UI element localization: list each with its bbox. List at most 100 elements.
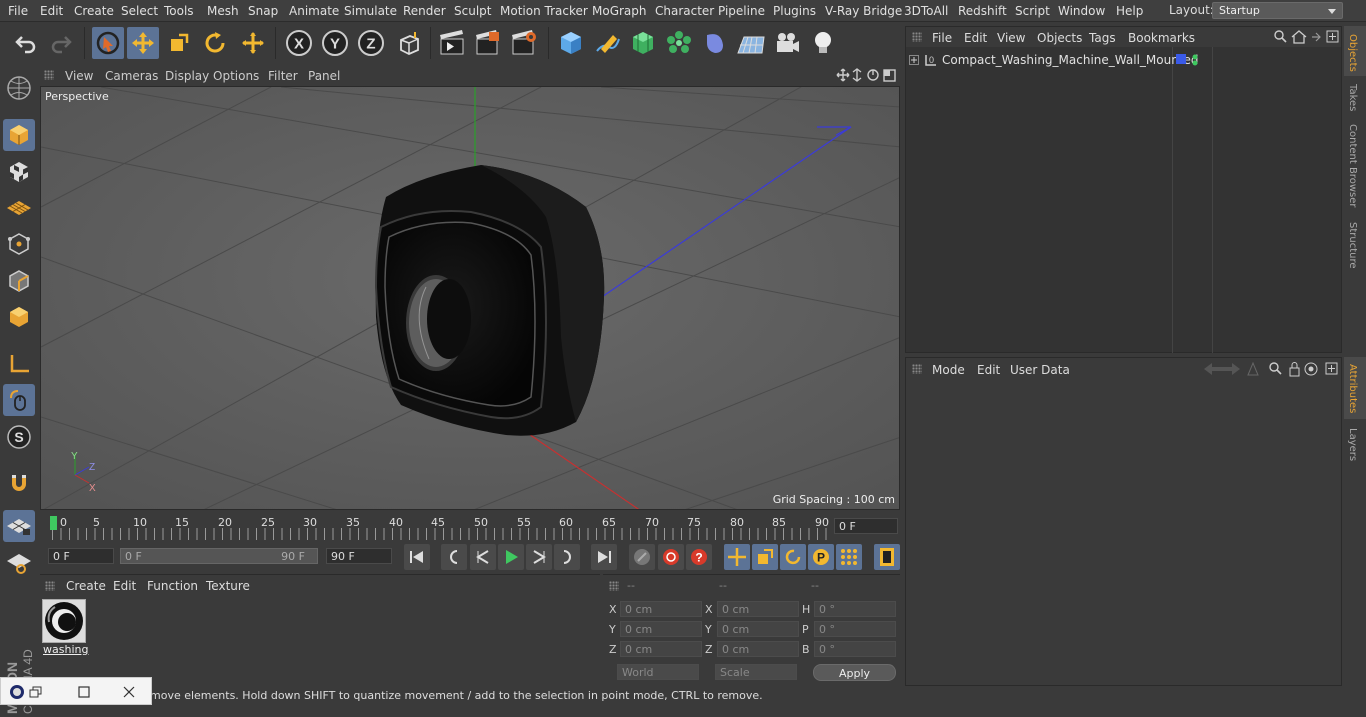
objects-menu-edit[interactable]: Edit [964,31,987,45]
solo-button[interactable]: S [3,421,35,453]
start-frame-field[interactable]: 0 F [48,548,114,564]
tab-takes[interactable]: Takes [1347,84,1358,111]
material-swatch[interactable]: washing [42,599,88,657]
polygons-mode-button[interactable] [3,301,35,333]
menu-file[interactable]: File [8,4,28,18]
menu-mograph[interactable]: MoGraph [592,4,647,18]
workplane-lock-button[interactable] [3,510,35,542]
camera-button[interactable] [771,27,803,59]
autokey-button[interactable] [658,544,684,570]
make-editable-button[interactable] [3,72,35,104]
tab-structure[interactable]: Structure [1347,222,1358,269]
position-y-field[interactable]: 0 cm [620,621,702,637]
layer-color-swatch[interactable] [1176,54,1186,64]
material-menu-texture[interactable]: Texture [206,579,250,593]
apply-button[interactable]: Apply [813,664,896,681]
attributes-menu-edit[interactable]: Edit [977,363,1000,377]
menu-character[interactable]: Character [655,4,714,18]
menu-edit[interactable]: Edit [40,4,63,18]
redo-button[interactable] [45,27,77,59]
size-z-field[interactable]: 0 cm [717,641,799,657]
size-y-field[interactable]: 0 cm [717,621,799,637]
axis-mode-button[interactable] [3,348,35,380]
material-menu-function[interactable]: Function [147,579,198,593]
next-key-button[interactable] [554,544,580,570]
menu-3dtoall[interactable]: 3DToAll [904,4,948,18]
render-picture-viewer-button[interactable] [472,27,504,59]
viewport-menu-view[interactable]: View [65,69,93,83]
play-button[interactable] [498,544,524,570]
attributes-menu-mode[interactable]: Mode [932,363,965,377]
edges-mode-button[interactable] [3,265,35,297]
render-view-button[interactable] [436,27,468,59]
cloner-button[interactable] [663,27,695,59]
viewport-menu-filter[interactable]: Filter [268,69,298,83]
end-frame-field[interactable]: 90 F [326,548,392,564]
tab-layers[interactable]: Layers [1347,428,1358,461]
menu-sculpt[interactable]: Sculpt [454,4,491,18]
undo-button[interactable] [10,27,42,59]
snapping-button[interactable] [3,467,35,499]
tab-attributes[interactable]: Attributes [1347,364,1358,413]
maximize-icon[interactable] [77,685,91,699]
tweak-mode-button[interactable] [3,384,35,416]
menu-vray-bridge[interactable]: V-Ray Bridge [825,4,902,18]
objects-menu-bookmarks[interactable]: Bookmarks [1128,31,1195,45]
go-to-start-button[interactable] [404,544,430,570]
viewport-nav-icons[interactable] [836,68,898,84]
next-frame-button[interactable] [526,544,552,570]
current-frame-field[interactable]: 0 F [834,518,898,534]
go-to-end-button[interactable] [591,544,617,570]
expand-plus-icon[interactable] [909,55,919,65]
close-icon[interactable] [122,685,136,699]
cube-button[interactable] [555,27,587,59]
rotation-b-field[interactable]: 0 ° [814,641,896,657]
menu-render[interactable]: Render [403,4,446,18]
menu-window[interactable]: Window [1058,4,1105,18]
menu-script[interactable]: Script [1015,4,1050,18]
menu-motion-tracker[interactable]: Motion Tracker [500,4,588,18]
deformer-button[interactable] [699,27,731,59]
rotate-button[interactable] [199,27,231,59]
viewport-menu-panel[interactable]: Panel [308,69,340,83]
render-settings-button[interactable] [508,27,540,59]
viewport-menu-display[interactable]: Display [165,69,209,83]
position-key-button[interactable] [724,544,750,570]
rotation-key-button[interactable] [780,544,806,570]
workplane-mode-button[interactable] [3,192,35,224]
subdivision-button[interactable] [627,27,659,59]
timeline-ruler[interactable]: 0 5 10 15 20 25 30 35 40 45 50 55 60 65 … [40,512,900,542]
objects-menu-objects[interactable]: Objects [1037,31,1082,45]
scale-button[interactable] [163,27,195,59]
tab-objects[interactable]: Objects [1347,34,1358,72]
scale-key-button[interactable] [752,544,778,570]
model-mode-button[interactable] [3,119,35,151]
menu-plugins[interactable]: Plugins [773,4,816,18]
menu-snap[interactable]: Snap [248,4,278,18]
material-menu-edit[interactable]: Edit [113,579,136,593]
menu-help[interactable]: Help [1116,4,1143,18]
attributes-menu-user-data[interactable]: User Data [1010,363,1070,377]
position-z-field[interactable]: 0 cm [620,641,702,657]
scale-dropdown[interactable]: Scale [715,664,797,680]
point-level-key-button[interactable] [836,544,862,570]
pen-spline-button[interactable] [591,27,623,59]
world-dropdown[interactable]: World [617,664,699,680]
timeline-window-button[interactable] [874,544,900,570]
y-axis-button[interactable]: Y [319,27,351,59]
attributes-toolbar-icons[interactable] [1202,361,1340,377]
parameter-key-button[interactable]: P [808,544,834,570]
light-button[interactable] [807,27,839,59]
z-axis-button[interactable]: Z [355,27,387,59]
keyframe-selection-button[interactable]: ? [686,544,712,570]
menu-pipeline[interactable]: Pipeline [718,4,765,18]
record-keys-button[interactable] [629,544,655,570]
tab-content-browser[interactable]: Content Browser [1347,124,1358,207]
objects-menu-tags[interactable]: Tags [1089,31,1116,45]
menu-redshift[interactable]: Redshift [958,4,1007,18]
previous-key-button[interactable] [441,544,467,570]
menu-tools[interactable]: Tools [164,4,194,18]
frame-range-slider[interactable]: 0 F 90 F [120,548,318,564]
objects-menu-view[interactable]: View [997,31,1025,45]
menu-select[interactable]: Select [121,4,158,18]
